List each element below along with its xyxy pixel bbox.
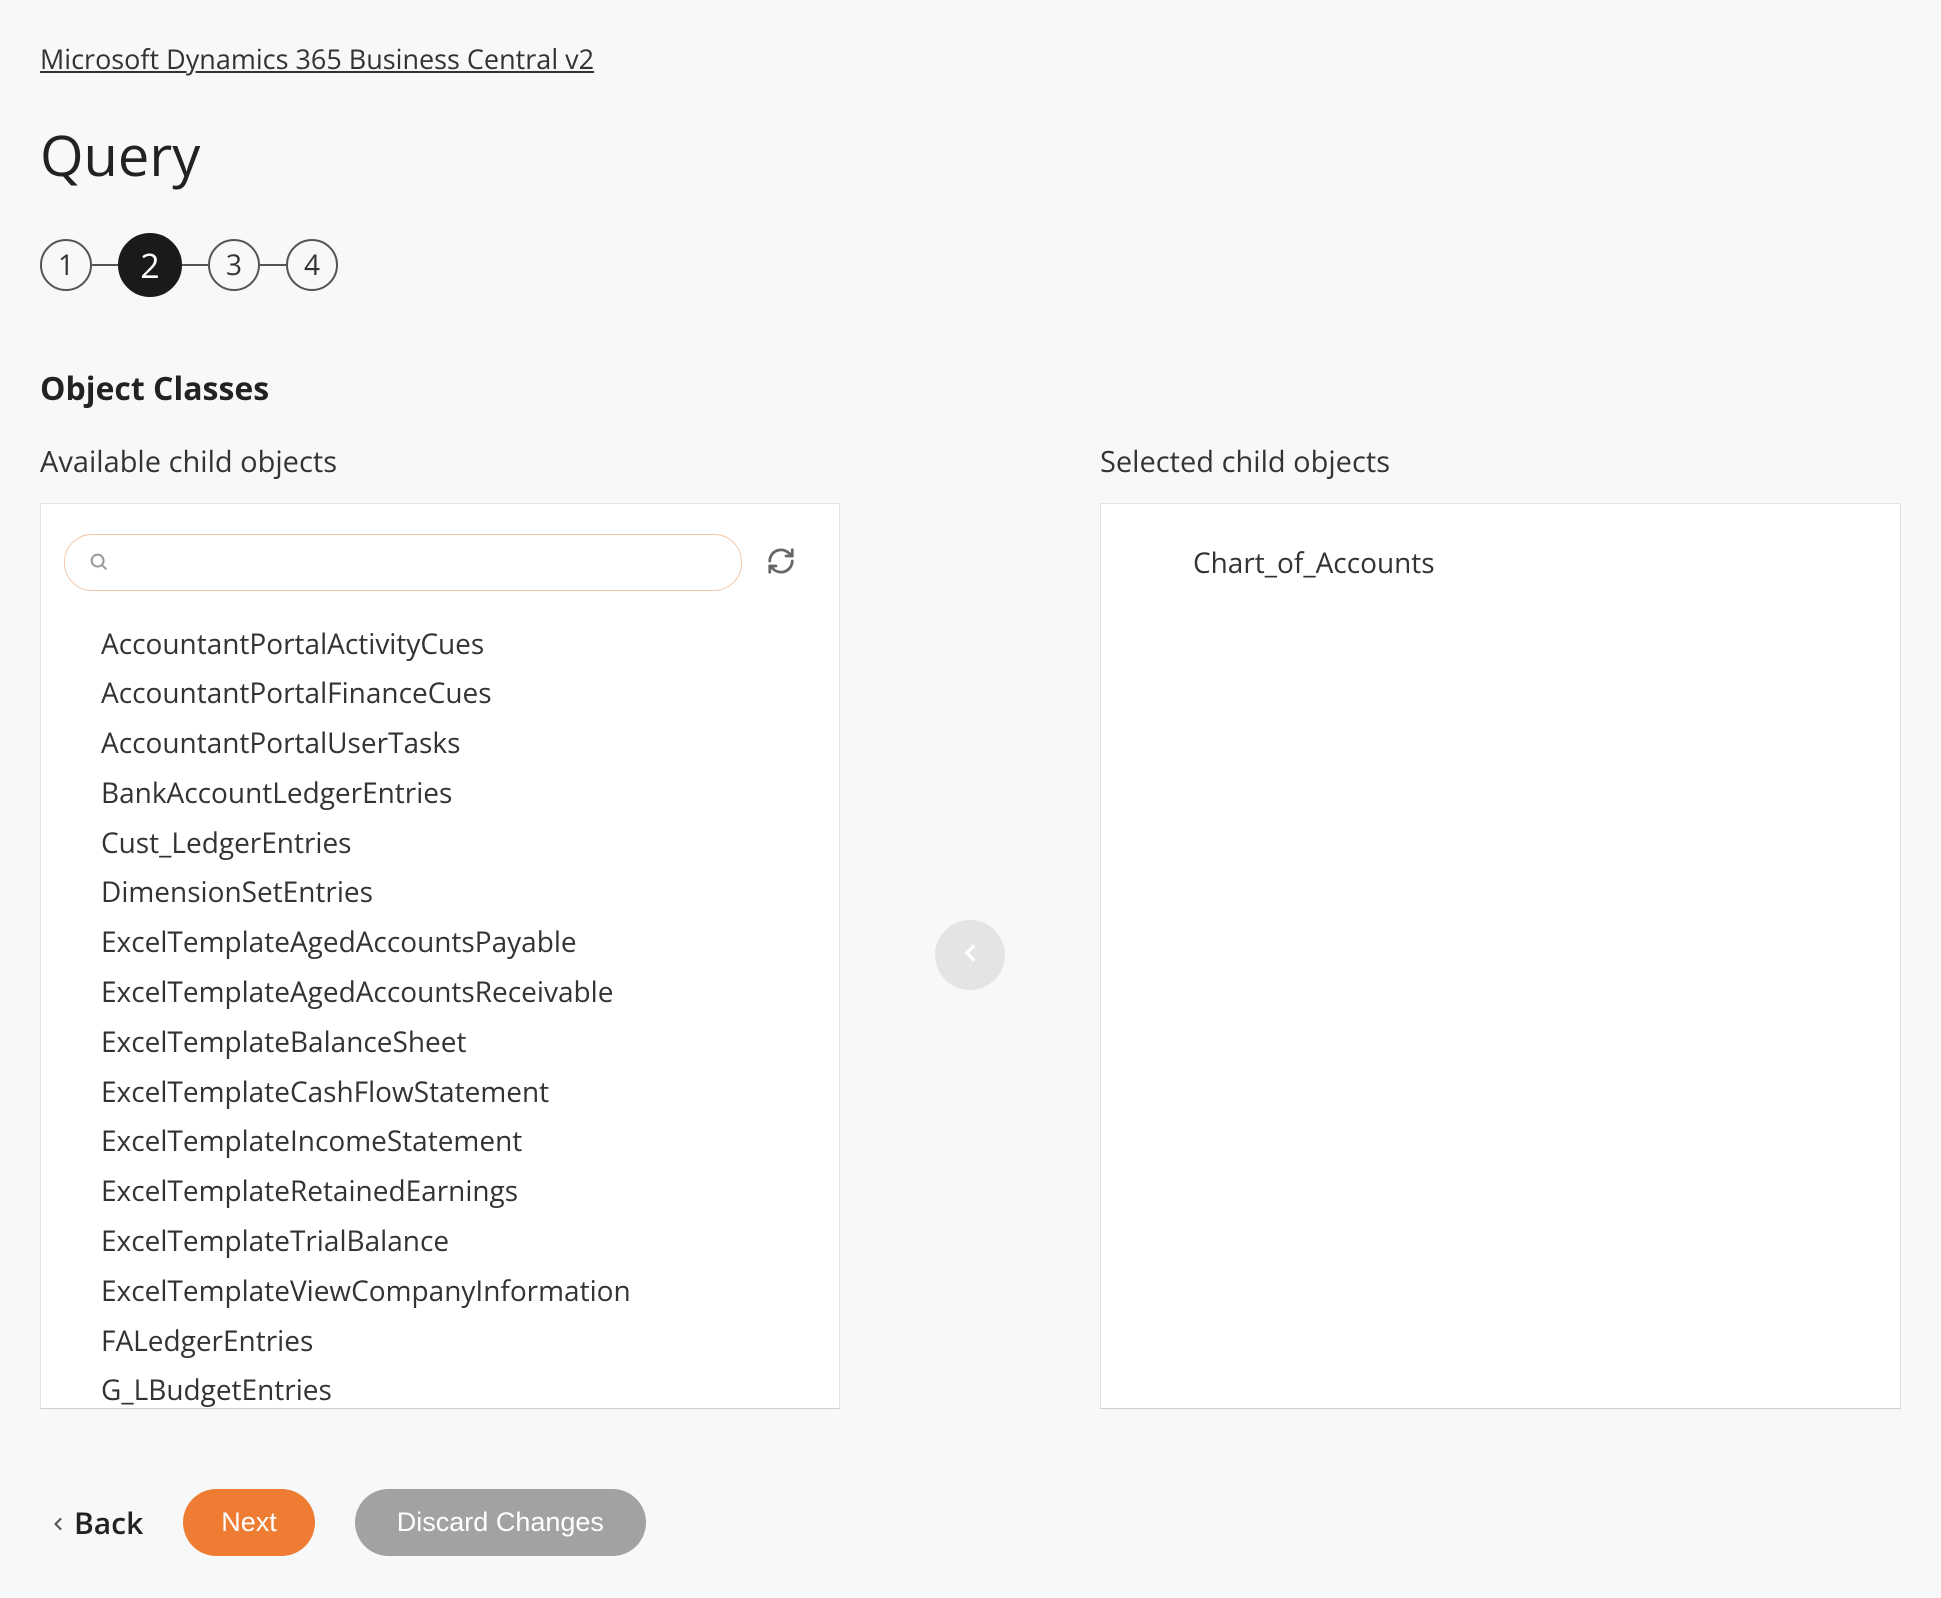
list-item[interactable]: G_LBudgetEntries bbox=[101, 1366, 811, 1409]
back-button[interactable]: Back bbox=[48, 1502, 143, 1543]
step-1[interactable]: 1 bbox=[40, 239, 92, 291]
step-connector bbox=[92, 264, 118, 267]
list-item[interactable]: DimensionSetEntries bbox=[101, 868, 811, 918]
available-label: Available child objects bbox=[40, 442, 840, 481]
list-item[interactable]: AccountantPortalUserTasks bbox=[101, 719, 811, 769]
section-title: Object Classes bbox=[40, 367, 1901, 410]
discard-button[interactable]: Discard Changes bbox=[355, 1489, 646, 1556]
list-item[interactable]: ExcelTemplateTrialBalance bbox=[101, 1217, 811, 1267]
search-icon bbox=[88, 545, 110, 581]
list-item[interactable]: Cust_LedgerEntries bbox=[101, 818, 811, 868]
refresh-icon bbox=[766, 546, 796, 579]
move-left-button[interactable] bbox=[935, 920, 1005, 990]
list-item[interactable]: AccountantPortalActivityCues bbox=[101, 619, 811, 669]
chevron-left-icon bbox=[48, 1502, 68, 1543]
chevron-left-icon bbox=[957, 940, 983, 969]
stepper: 1 2 3 4 bbox=[40, 233, 1901, 297]
list-item[interactable]: ExcelTemplateIncomeStatement bbox=[101, 1117, 811, 1167]
list-item[interactable]: ExcelTemplateRetainedEarnings bbox=[101, 1167, 811, 1217]
action-bar: Back Next Discard Changes bbox=[40, 1489, 1901, 1556]
step-3[interactable]: 3 bbox=[208, 239, 260, 291]
list-item[interactable]: BankAccountLedgerEntries bbox=[101, 768, 811, 818]
list-item[interactable]: ExcelTemplateAgedAccountsPayable bbox=[101, 918, 811, 968]
list-item[interactable]: Chart_of_Accounts bbox=[1141, 534, 1860, 582]
list-item[interactable]: AccountantPortalFinanceCues bbox=[101, 669, 811, 719]
available-list: AccountantPortalActivityCues AccountantP… bbox=[69, 619, 811, 1409]
breadcrumb[interactable]: Microsoft Dynamics 365 Business Central … bbox=[40, 40, 594, 77]
selected-panel: Chart_of_Accounts bbox=[1100, 503, 1901, 1409]
list-item[interactable]: FALedgerEntries bbox=[101, 1316, 811, 1366]
page-title: Query bbox=[40, 117, 1901, 193]
available-panel: AccountantPortalActivityCues AccountantP… bbox=[40, 503, 840, 1409]
back-label: Back bbox=[74, 1502, 143, 1543]
step-4[interactable]: 4 bbox=[286, 239, 338, 291]
selected-label: Selected child objects bbox=[1100, 442, 1901, 481]
refresh-button[interactable] bbox=[760, 540, 802, 585]
search-input[interactable] bbox=[64, 534, 742, 591]
list-item[interactable]: ExcelTemplateCashFlowStatement bbox=[101, 1067, 811, 1117]
list-item[interactable]: ExcelTemplateViewCompanyInformation bbox=[101, 1266, 811, 1316]
step-2[interactable]: 2 bbox=[118, 233, 182, 297]
step-connector bbox=[260, 264, 286, 267]
list-item[interactable]: ExcelTemplateBalanceSheet bbox=[101, 1017, 811, 1067]
next-button[interactable]: Next bbox=[183, 1489, 315, 1556]
list-item[interactable]: ExcelTemplateAgedAccountsReceivable bbox=[101, 968, 811, 1018]
step-connector bbox=[182, 264, 208, 267]
